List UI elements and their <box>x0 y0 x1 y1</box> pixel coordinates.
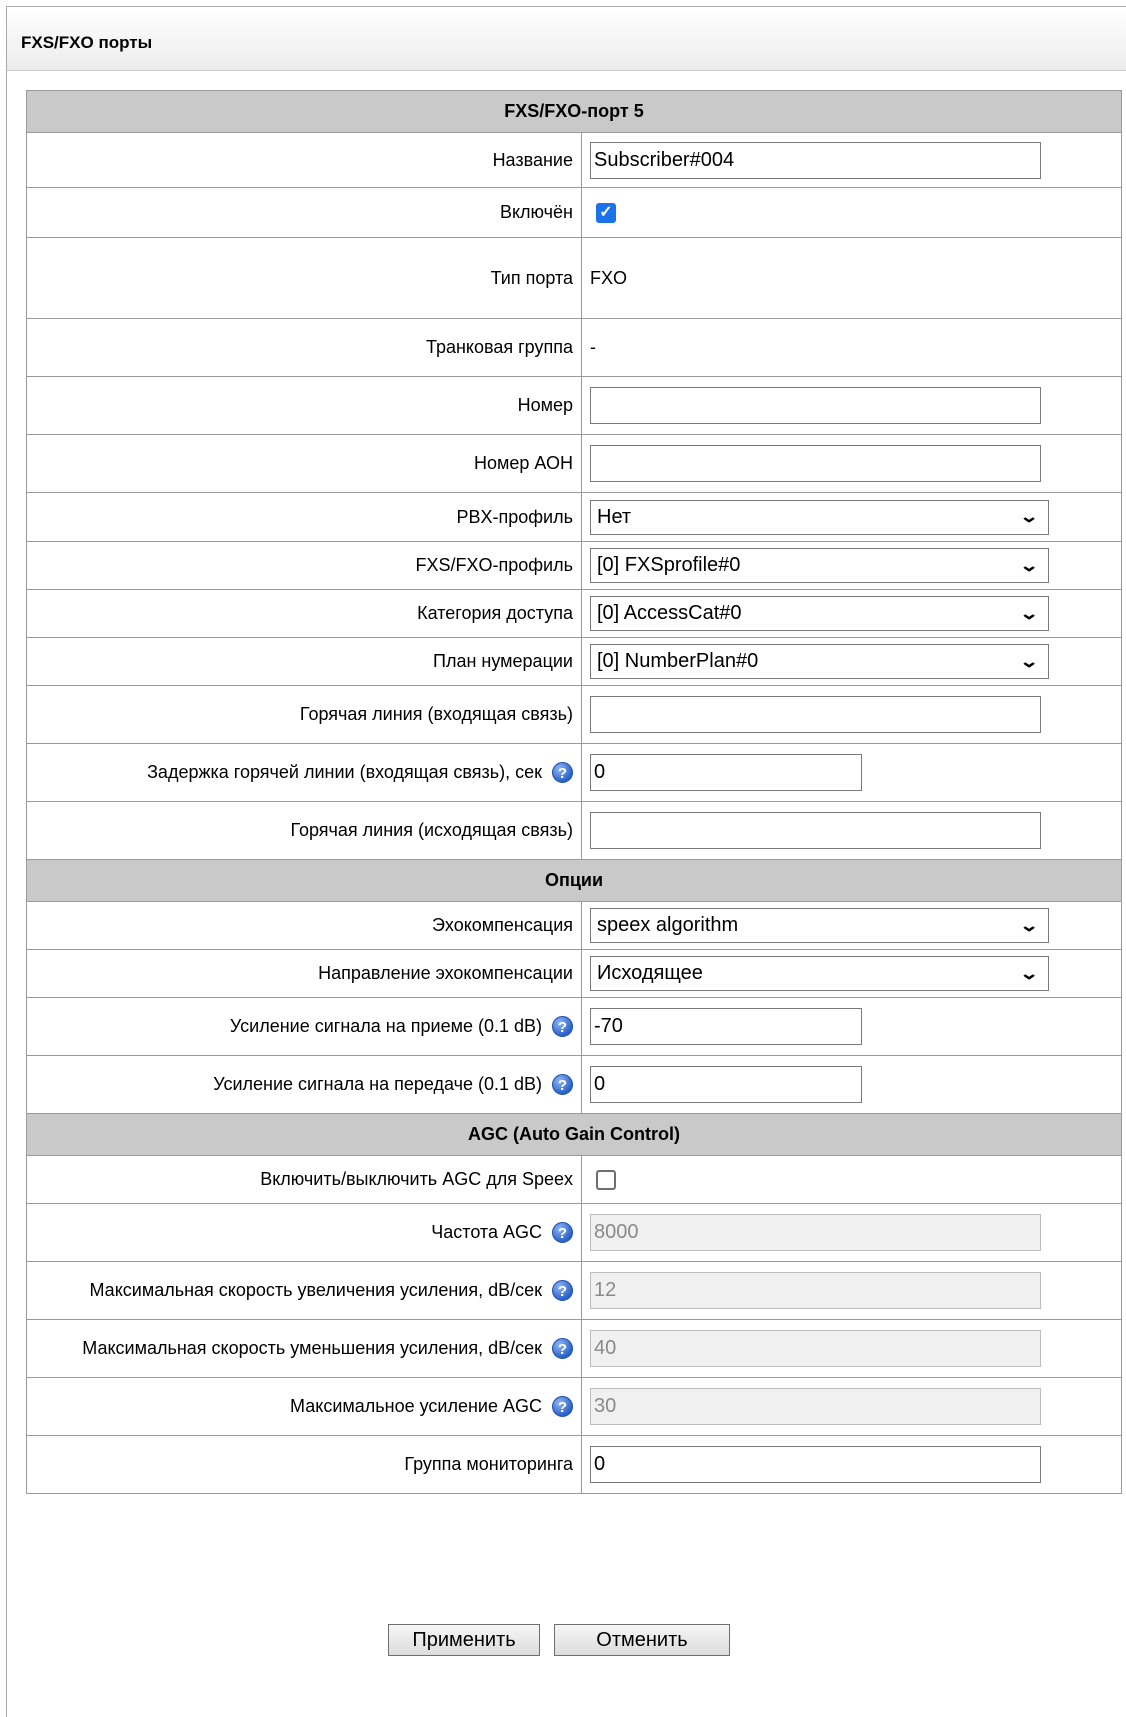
echo-direction-value: Исходящее <box>597 962 703 984</box>
section-agc: AGC (Auto Gain Control) <box>26 1113 1122 1156</box>
row-agc-speex: Включить/выключить AGC для Speex <box>26 1155 1122 1204</box>
row-aon-number: Номер АОН <box>26 434 1122 493</box>
hotline-in-input[interactable] <box>590 696 1041 733</box>
help-icon[interactable]: ? <box>552 1016 573 1038</box>
help-icon[interactable]: ? <box>552 1338 573 1360</box>
chevron-down-icon: ⌄ <box>1018 555 1039 575</box>
access-category-label: Категория доступа <box>26 589 582 638</box>
help-icon[interactable]: ? <box>552 1074 573 1096</box>
row-pbx-profile: PBX-профиль Нет ⌄ <box>26 492 1122 542</box>
row-numbering-plan: План нумерации [0] NumberPlan#0 ⌄ <box>26 637 1122 686</box>
row-trunk-group: Транковая группа - <box>26 318 1122 377</box>
row-echo-cancel: Эхокомпенсация speex algorithm ⌄ <box>26 901 1122 950</box>
apply-button[interactable]: Применить <box>388 1624 540 1656</box>
row-hotline-out: Горячая линия (исходящая связь) <box>26 801 1122 860</box>
section-options-title: Опции <box>26 859 1122 902</box>
echo-cancel-value: speex algorithm <box>597 914 739 936</box>
hotline-delay-input[interactable] <box>590 754 862 791</box>
numbering-plan-label: План нумерации <box>26 637 582 686</box>
agc-freq-label: Частота AGC <box>431 1221 542 1242</box>
enabled-checkbox[interactable]: ✓ <box>596 203 616 224</box>
hotline-out-input[interactable] <box>590 812 1041 849</box>
form-buttons: Применить Отменить <box>0 1624 1126 1656</box>
section-port: FXS/FXO-порт 5 <box>26 90 1122 133</box>
trunk-group-label: Транковая группа <box>26 318 582 377</box>
row-hotline-in: Горячая линия (входящая связь) <box>26 685 1122 744</box>
row-hotline-delay: Задержка горячей линии (входящая связь),… <box>26 743 1122 802</box>
agc-speex-label: Включить/выключить AGC для Speex <box>26 1155 582 1204</box>
row-port-type: Тип порта FXO <box>26 237 1122 319</box>
row-rx-gain: Усиление сигнала на приеме (0.1 dB)? <box>26 997 1122 1056</box>
pbx-profile-label: PBX-профиль <box>26 492 582 542</box>
monitor-group-label: Группа мониторинга <box>26 1435 582 1494</box>
rx-gain-label: Усиление сигнала на приеме (0.1 dB) <box>229 1015 542 1036</box>
hotline-out-label: Горячая линия (исходящая связь) <box>26 801 582 860</box>
fxs-profile-value: [0] FXSprofile#0 <box>597 554 741 576</box>
port-type-label: Тип порта <box>26 237 582 319</box>
help-icon[interactable]: ? <box>552 762 573 784</box>
number-input[interactable] <box>590 387 1041 424</box>
page-title: FXS/FXO порты <box>7 7 1126 71</box>
chevron-down-icon: ⌄ <box>1018 507 1039 526</box>
pbx-profile-select[interactable]: Нет ⌄ <box>590 499 1049 535</box>
agc-speex-checkbox[interactable] <box>596 1170 616 1191</box>
tx-gain-label: Усиление сигнала на передаче (0.1 dB) <box>213 1073 542 1094</box>
agc-freq-input <box>590 1214 1041 1251</box>
row-number: Номер <box>26 376 1122 435</box>
row-tx-gain: Усиление сигнала на передаче (0.1 dB)? <box>26 1055 1122 1114</box>
section-port-title: FXS/FXO-порт 5 <box>26 90 1122 133</box>
agc-dec-speed-label: Максимальная скорость уменьшения усилени… <box>82 1337 542 1358</box>
trunk-group-value: - <box>581 318 1122 377</box>
agc-max-gain-label: Максимальное усиление AGC <box>290 1395 542 1416</box>
access-category-value: [0] AccessCat#0 <box>597 602 742 624</box>
echo-direction-label: Направление эхокомпенсации <box>26 949 582 998</box>
chevron-down-icon: ⌄ <box>1018 651 1039 671</box>
row-agc-freq: Частота AGC? <box>26 1203 1122 1262</box>
port-type-value: FXO <box>581 237 1122 319</box>
section-agc-title: AGC (Auto Gain Control) <box>26 1113 1122 1156</box>
tx-gain-input[interactable] <box>590 1066 862 1103</box>
row-enabled: Включён ✓ <box>26 187 1122 238</box>
name-label: Название <box>26 132 582 188</box>
cancel-button[interactable]: Отменить <box>554 1624 730 1656</box>
help-icon[interactable]: ? <box>552 1280 573 1302</box>
hotline-in-label: Горячая линия (входящая связь) <box>26 685 582 744</box>
help-icon[interactable]: ? <box>552 1222 573 1244</box>
number-label: Номер <box>26 376 582 435</box>
port-settings-table: FXS/FXO-порт 5 Название Включён ✓ Тип по… <box>26 90 1122 1494</box>
aon-number-input[interactable] <box>590 445 1041 482</box>
monitor-group-input[interactable] <box>590 1446 1041 1483</box>
access-category-select[interactable]: [0] AccessCat#0 ⌄ <box>590 596 1049 631</box>
hotline-delay-label: Задержка горячей линии (входящая связь),… <box>147 761 542 782</box>
pbx-profile-value: Нет <box>597 505 632 528</box>
agc-inc-speed-label: Максимальная скорость увеличения усилени… <box>89 1279 542 1300</box>
numbering-plan-select[interactable]: [0] NumberPlan#0 ⌄ <box>590 644 1049 679</box>
chevron-down-icon: ⌄ <box>1018 915 1039 935</box>
rx-gain-input[interactable] <box>590 1008 862 1045</box>
echo-cancel-label: Эхокомпенсация <box>26 901 582 950</box>
row-agc-dec-speed: Максимальная скорость уменьшения усилени… <box>26 1319 1122 1378</box>
agc-max-gain-input <box>590 1388 1041 1425</box>
row-access-category: Категория доступа [0] AccessCat#0 ⌄ <box>26 589 1122 638</box>
help-icon[interactable]: ? <box>552 1396 573 1418</box>
agc-dec-speed-input <box>590 1330 1041 1367</box>
row-fxs-profile: FXS/FXO-профиль [0] FXSprofile#0 ⌄ <box>26 541 1122 590</box>
section-options: Опции <box>26 859 1122 902</box>
fxs-profile-select[interactable]: [0] FXSprofile#0 ⌄ <box>590 548 1049 583</box>
row-name: Название <box>26 132 1122 188</box>
row-agc-max-gain: Максимальное усиление AGC? <box>26 1377 1122 1436</box>
chevron-down-icon: ⌄ <box>1018 963 1039 983</box>
row-echo-direction: Направление эхокомпенсации Исходящее ⌄ <box>26 949 1122 998</box>
numbering-plan-value: [0] NumberPlan#0 <box>597 650 759 672</box>
row-monitor-group: Группа мониторинга <box>26 1435 1122 1494</box>
row-agc-inc-speed: Максимальная скорость увеличения усилени… <box>26 1261 1122 1320</box>
echo-direction-select[interactable]: Исходящее ⌄ <box>590 956 1049 991</box>
aon-number-label: Номер АОН <box>26 434 582 493</box>
agc-inc-speed-input <box>590 1272 1041 1309</box>
echo-cancel-select[interactable]: speex algorithm ⌄ <box>590 908 1049 943</box>
name-input[interactable] <box>590 141 1041 179</box>
chevron-down-icon: ⌄ <box>1018 603 1039 623</box>
enabled-label: Включён <box>26 187 582 238</box>
fxs-profile-label: FXS/FXO-профиль <box>26 541 582 590</box>
